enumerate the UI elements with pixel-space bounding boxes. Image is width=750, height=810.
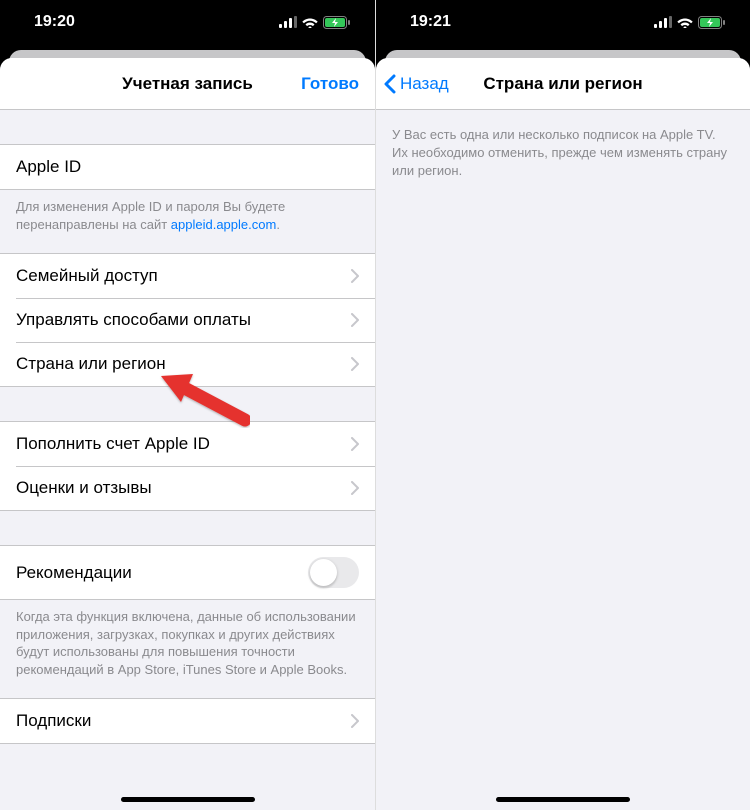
phone-left: 19:20 Учетная запись Готово Apple ID Для… — [0, 0, 375, 810]
dual-sim-icon — [654, 16, 672, 28]
chevron-right-icon — [351, 481, 359, 495]
home-indicator[interactable] — [121, 797, 255, 802]
subscriptions-row[interactable]: Подписки — [0, 699, 375, 743]
chevron-right-icon — [351, 313, 359, 327]
nav-title: Страна или регион — [483, 74, 642, 94]
status-bar: 19:20 — [0, 0, 375, 44]
apple-id-label: Apple ID — [16, 157, 81, 177]
chevron-right-icon — [351, 437, 359, 451]
nav-title: Учетная запись — [122, 74, 253, 94]
battery-charging-icon — [698, 16, 726, 29]
nav-bar: Учетная запись Готово — [0, 58, 375, 110]
row-label: Рекомендации — [16, 563, 132, 583]
wifi-icon — [302, 16, 318, 28]
modal-sheet: Назад Страна или регион У Вас есть одна … — [376, 58, 750, 810]
chevron-left-icon — [384, 74, 396, 94]
recommendations-footer: Когда эта функция включена, данные об ис… — [0, 600, 375, 684]
appleid-link[interactable]: appleid.apple.com — [171, 217, 277, 232]
dual-sim-icon — [279, 16, 297, 28]
done-button[interactable]: Готово — [301, 74, 359, 94]
chevron-right-icon — [351, 269, 359, 283]
status-icons — [654, 16, 726, 29]
apple-id-footer: Для изменения Apple ID и пароля Вы будет… — [0, 190, 375, 239]
row-label: Подписки — [16, 711, 91, 731]
info-text: У Вас есть одна или несколько подписок н… — [376, 110, 750, 197]
ratings-reviews-row[interactable]: Оценки и отзывы — [0, 466, 375, 510]
row-label: Страна или регион — [16, 354, 166, 374]
chevron-right-icon — [351, 714, 359, 728]
status-bar: 19:21 — [376, 0, 750, 44]
phone-right: 19:21 Назад Страна или регион У Вас есть… — [375, 0, 750, 810]
home-indicator[interactable] — [496, 797, 630, 802]
country-region-row[interactable]: Страна или регион — [0, 342, 375, 386]
add-funds-row[interactable]: Пополнить счет Apple ID — [0, 422, 375, 466]
status-time: 19:20 — [34, 13, 75, 31]
settings-content[interactable]: Apple ID Для изменения Apple ID и пароля… — [0, 110, 375, 810]
status-time: 19:21 — [410, 13, 451, 31]
nav-bar: Назад Страна или регион — [376, 58, 750, 110]
manage-payments-row[interactable]: Управлять способами оплаты — [0, 298, 375, 342]
row-label: Оценки и отзывы — [16, 478, 152, 498]
status-icons — [279, 16, 351, 29]
row-label: Управлять способами оплаты — [16, 310, 251, 330]
battery-charging-icon — [323, 16, 351, 29]
recommendations-row: Рекомендации — [0, 546, 375, 599]
family-sharing-row[interactable]: Семейный доступ — [0, 254, 375, 298]
row-label: Пополнить счет Apple ID — [16, 434, 210, 454]
wifi-icon — [677, 16, 693, 28]
back-button[interactable]: Назад — [384, 74, 449, 94]
content: У Вас есть одна или несколько подписок н… — [376, 110, 750, 810]
recommendations-toggle[interactable] — [308, 557, 359, 588]
row-label: Семейный доступ — [16, 266, 158, 286]
chevron-right-icon — [351, 357, 359, 371]
modal-sheet: Учетная запись Готово Apple ID Для измен… — [0, 58, 375, 810]
apple-id-row[interactable]: Apple ID — [0, 145, 375, 189]
back-label: Назад — [400, 74, 449, 94]
